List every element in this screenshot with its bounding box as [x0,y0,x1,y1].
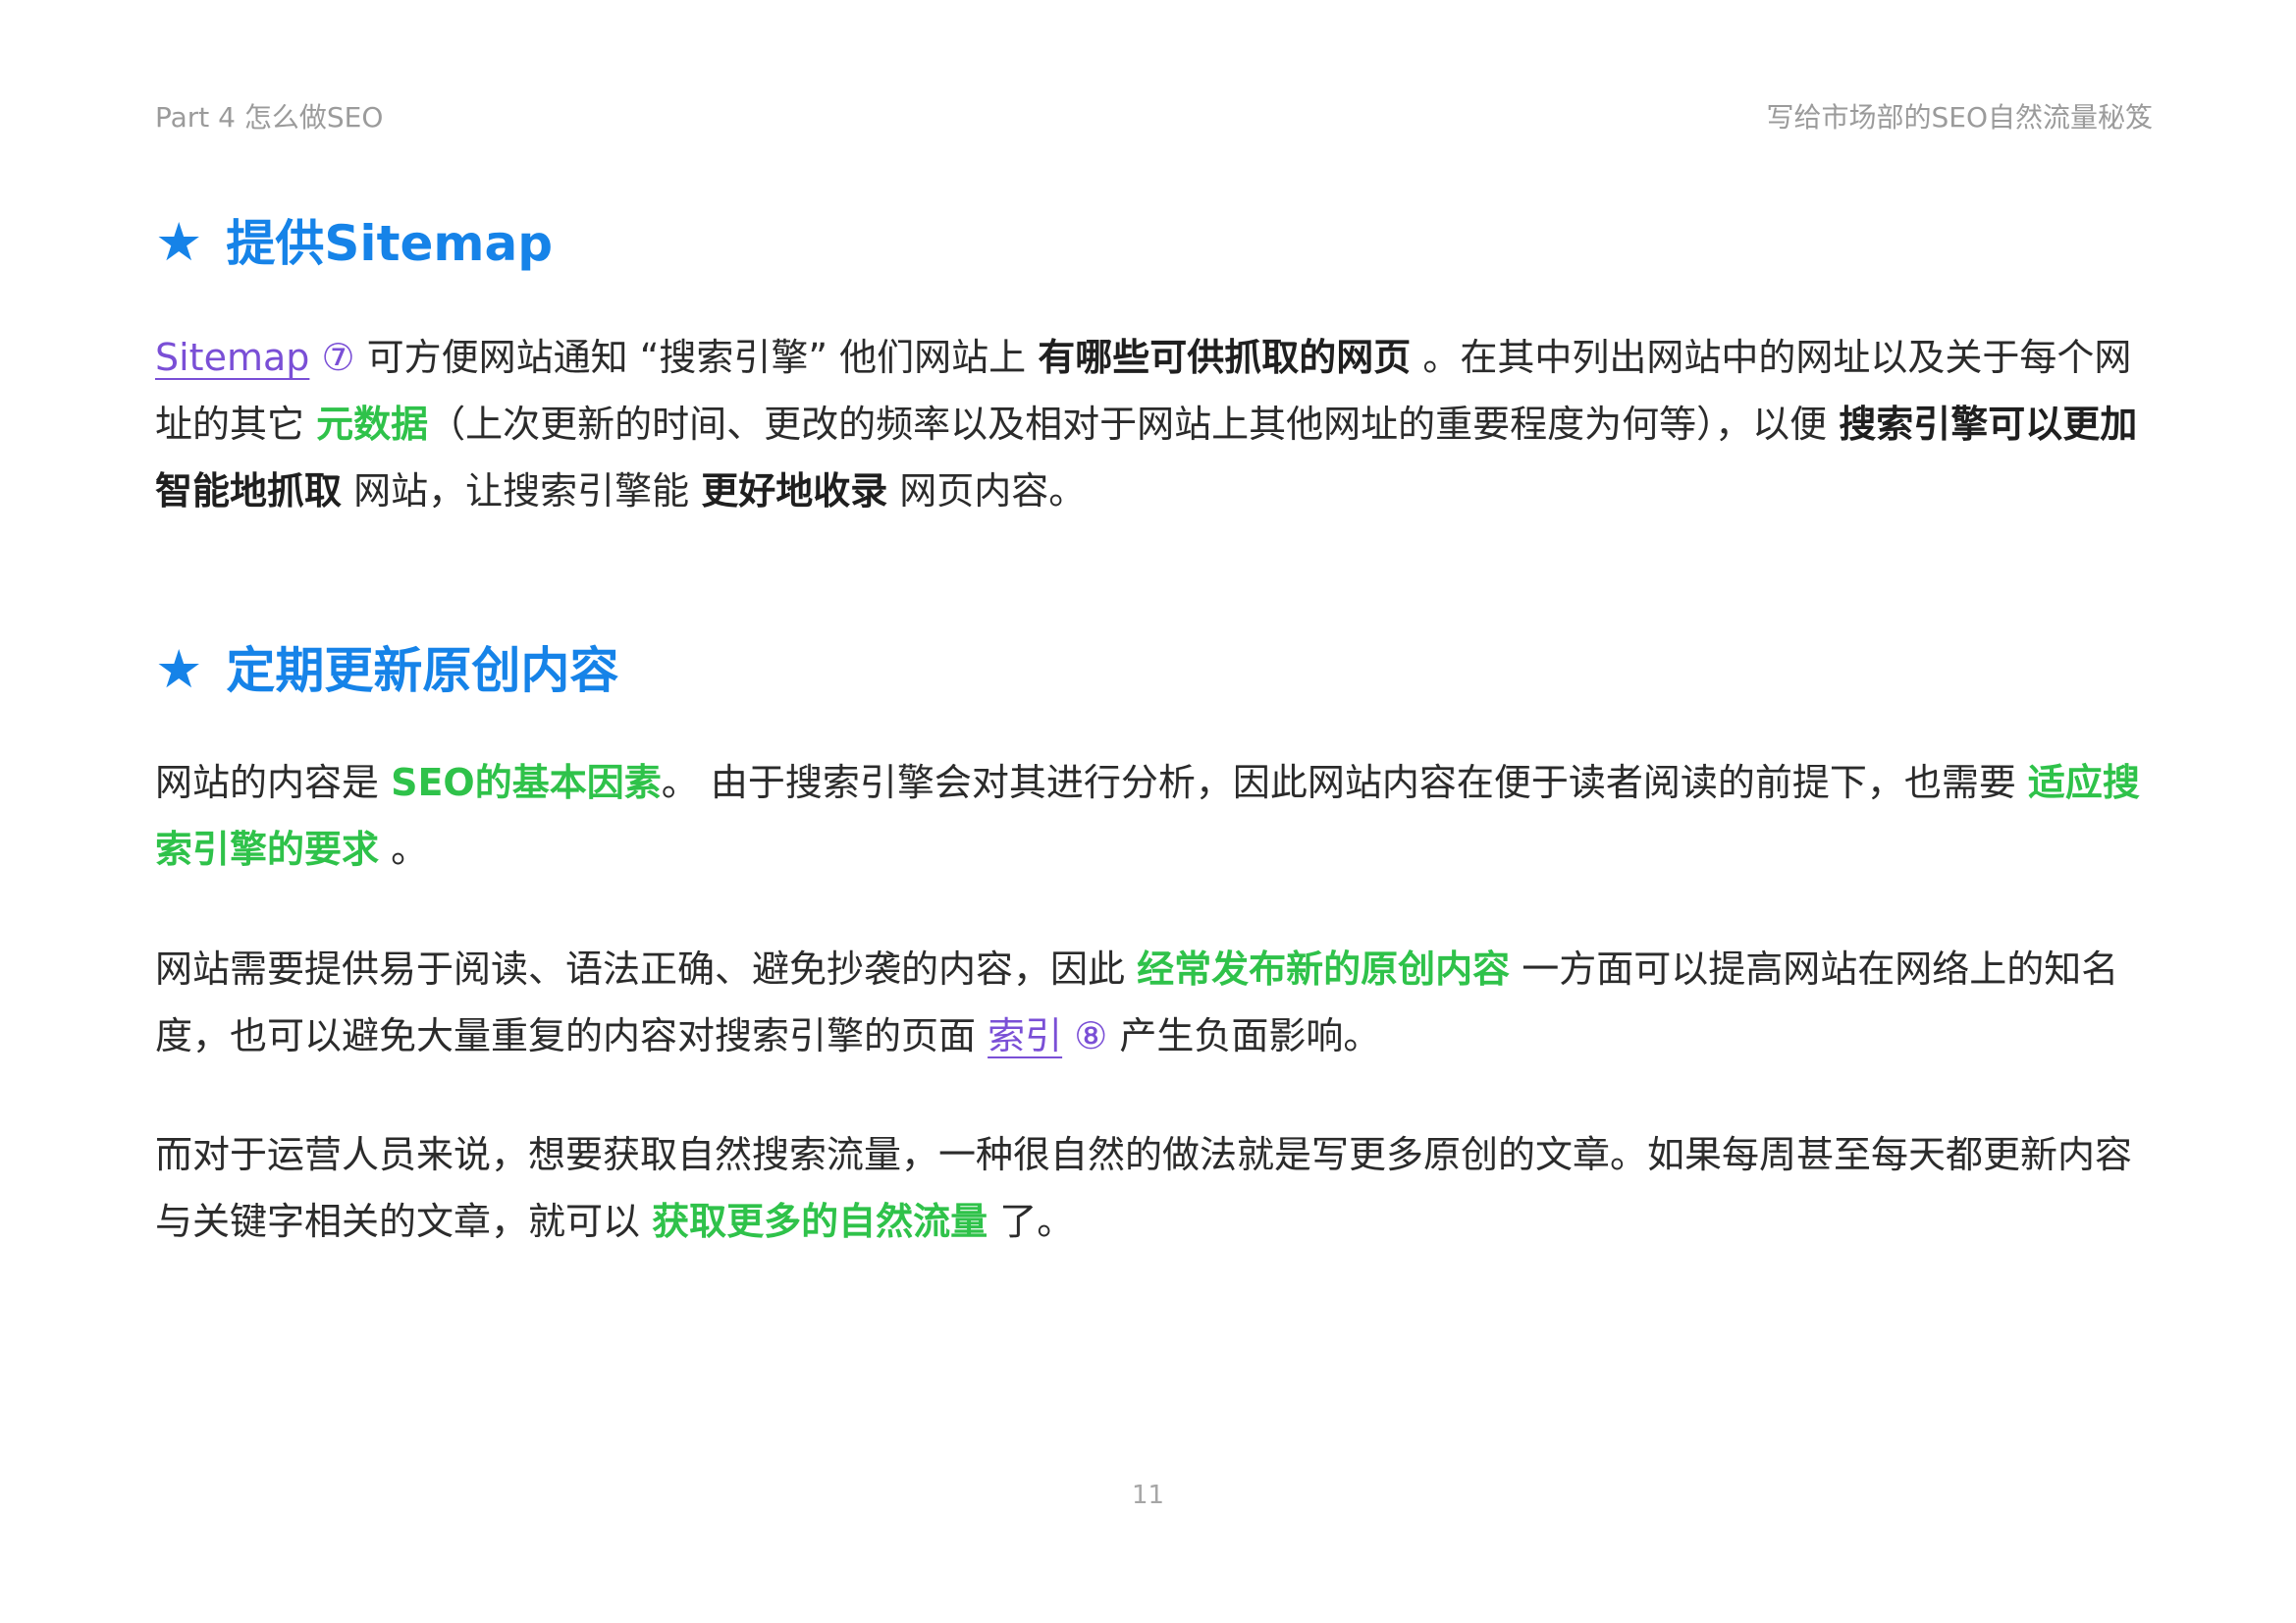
star-icon: ★ [155,211,203,273]
paragraph-text: 网站需要提供易于阅读、语法正确、避免抄袭的内容，因此 [155,947,1138,991]
paragraph-content-basics: 网站的内容是 SEO的基本因素。 由于搜索引擎会对其进行分析，因此网站内容在便于… [155,749,2158,883]
paragraph-text: 可方便网站通知 “搜索引擎” 他们网站上 [354,336,1039,379]
star-icon: ★ [155,638,203,700]
header-book-title: 写给市场部的SEO自然流量秘笈 [1766,101,2153,134]
paragraph-content-traffic: 而对于运营人员来说，想要获取自然搜索流量，一种很自然的做法就是写更多原创的文章。… [155,1121,2158,1255]
index-link[interactable]: 索引 [988,1014,1062,1057]
paragraph-text: 网页内容。 [887,469,1087,513]
section-heading-text: 定期更新原创内容 [226,642,619,699]
highlight-text: 获取更多的自然流量 [652,1200,988,1243]
paragraph-text: 产生负面影响。 [1107,1014,1381,1057]
paragraph-sitemap: Sitemap ⑦ 可方便网站通知 “搜索引擎” 他们网站上 有哪些可供抓取的网… [155,324,2158,524]
footnote-ref-8[interactable]: ⑧ [1074,1014,1107,1057]
paragraph-text: 。 由于搜索引擎会对其进行分析，因此网站内容在便于读者阅读的前提下，也需要 [661,761,2028,804]
highlight-text: 元数据 [316,403,429,446]
header-chapter-title: Part 4 怎么做SEO [155,101,384,134]
highlight-text: 经常发布新的原创内容 [1137,947,1511,991]
paragraph-text: 。 [379,828,429,871]
paragraph-text: 网站的内容是 [155,761,392,804]
page-number: 11 [1131,1481,1165,1510]
highlight-text: SEO的基本因素 [391,761,662,804]
section-heading-original-content: ★ 定期更新原创内容 [155,635,618,705]
bold-text: 更好地收录 [701,469,888,513]
paragraph-content-quality: 网站需要提供易于阅读、语法正确、避免抄袭的内容，因此 经常发布新的原创内容 一方… [155,936,2158,1069]
section-heading-sitemap: ★ 提供Sitemap [155,208,553,278]
sitemap-link[interactable]: Sitemap [155,336,309,379]
paragraph-text: 了。 [988,1200,1075,1243]
footnote-ref-7[interactable]: ⑦ [321,336,354,379]
paragraph-text: 网站，让搜索引擎能 [342,469,702,513]
paragraph-text: 而对于运营人员来说，想要获取自然搜索流量，一种很自然的做法就是写更多原创的文章。… [155,1133,2133,1243]
paragraph-text: （上次更新的时间、更改的频率以及相对于网站上其他网址的重要程度为何等），以便 [428,403,1840,446]
bold-text: 有哪些可供抓取的网页 [1038,336,1412,379]
section-heading-text: 提供Sitemap [226,215,554,272]
